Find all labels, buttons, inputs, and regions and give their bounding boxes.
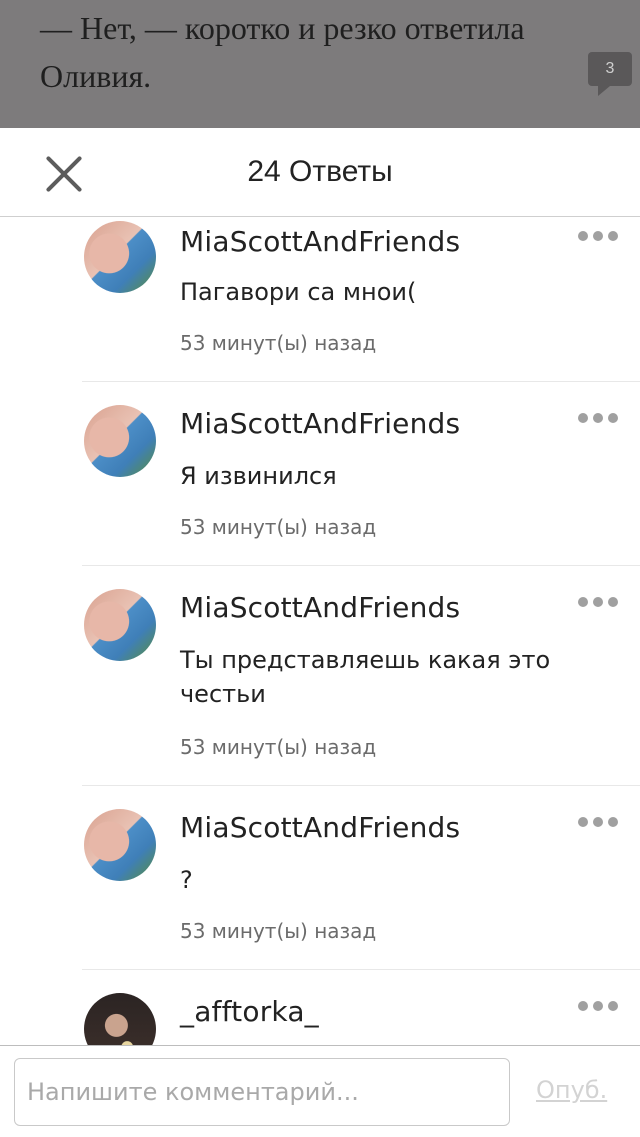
comment-item: MiaScottAndFriends Пагавори са мнои( 53 … — [82, 217, 640, 382]
comment-item: _afftorka_ — [82, 969, 640, 1045]
avatar[interactable] — [84, 589, 156, 661]
comment-author[interactable]: MiaScottAndFriends — [180, 591, 460, 624]
comment-input[interactable] — [14, 1058, 510, 1126]
comment-text: ? — [180, 866, 193, 894]
more-options-icon[interactable] — [578, 411, 618, 425]
comment-time: 53 минут(ы) назад — [180, 515, 377, 539]
avatar[interactable] — [84, 221, 156, 293]
comment-author[interactable]: MiaScottAndFriends — [180, 811, 460, 844]
story-backdrop: — Нет, — коротко и резко ответила Оливия… — [0, 0, 640, 128]
avatar[interactable] — [84, 809, 156, 881]
comment-composer: Опуб. — [0, 1045, 640, 1137]
comment-author[interactable]: _afftorka_ — [180, 995, 319, 1028]
more-options-icon[interactable] — [578, 815, 618, 829]
comment-text: Пагавори са мнои( — [180, 278, 417, 306]
story-line: Оливия. — [40, 58, 152, 94]
comment-author[interactable]: MiaScottAndFriends — [180, 225, 460, 258]
replies-list[interactable]: MiaScottAndFriends Пагавори са мнои( 53 … — [0, 217, 640, 1045]
more-options-icon[interactable] — [578, 999, 618, 1013]
comment-text: Я извинился — [180, 462, 337, 490]
avatar[interactable] — [84, 405, 156, 477]
comment-time: 53 минут(ы) назад — [180, 735, 377, 759]
replies-title: 24 Ответы — [247, 155, 393, 188]
inline-comment-count-icon[interactable]: 3 — [588, 52, 632, 96]
comment-text: Ты представляешь какая это честьи — [180, 646, 551, 708]
comment-item: MiaScottAndFriends Я извинился 53 минут(… — [82, 381, 640, 566]
more-options-icon[interactable] — [578, 229, 618, 243]
comment-time: 53 минут(ы) назад — [180, 331, 377, 355]
story-line: — Нет, — коротко и резко ответила — [40, 10, 525, 46]
comment-item: MiaScottAndFriends Ты представляешь кака… — [82, 565, 640, 786]
comment-item: MiaScottAndFriends ? 53 минут(ы) назад — [82, 785, 640, 970]
comment-author[interactable]: MiaScottAndFriends — [180, 407, 460, 440]
publish-button[interactable]: Опуб. — [536, 1076, 607, 1104]
comment-time: 53 минут(ы) назад — [180, 919, 377, 943]
replies-header: 24 Ответы — [0, 128, 640, 217]
close-icon[interactable] — [38, 148, 90, 200]
avatar[interactable] — [84, 993, 156, 1045]
more-options-icon[interactable] — [578, 595, 618, 609]
story-text: — Нет, — коротко и резко ответила Оливия… — [40, 4, 600, 100]
